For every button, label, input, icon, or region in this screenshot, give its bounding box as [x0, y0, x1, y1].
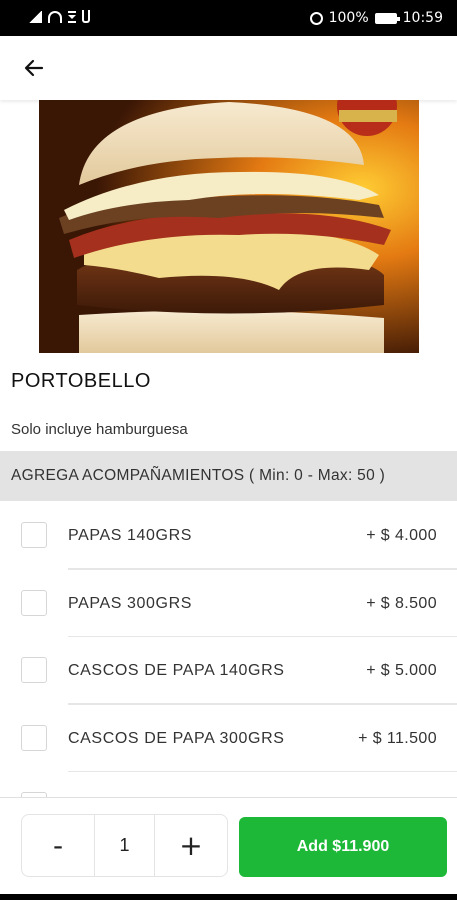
list-item[interactable]: CASCOS DE PAPA 300GRS + $ 11.500	[0, 705, 457, 772]
list-item[interactable]: PAPAS 140GRS + $ 4.000	[0, 502, 457, 570]
section-header: AGREGA ACOMPAÑAMIENTOS ( Min: 0 - Max: 5…	[0, 451, 457, 501]
bottom-bar: - 1 + Add $11.900	[0, 797, 457, 900]
alarm-icon	[309, 11, 323, 25]
status-bar: 100% 10:59	[0, 0, 457, 36]
product-image	[39, 100, 419, 353]
add-to-cart-button[interactable]: Add $11.900	[239, 817, 447, 877]
option-checkbox[interactable]	[21, 522, 47, 548]
app-bar	[0, 36, 457, 100]
option-price: + $ 5.000	[366, 662, 437, 679]
options-list: PAPAS 140GRS + $ 4.000 PAPAS 300GRS + $ …	[0, 502, 457, 840]
system-nav-bar	[0, 894, 457, 900]
list-item[interactable]: PAPAS 300GRS + $ 8.500	[0, 570, 457, 637]
option-checkbox[interactable]	[21, 657, 47, 683]
option-checkbox[interactable]	[21, 589, 47, 616]
back-button[interactable]	[18, 52, 50, 84]
option-checkbox[interactable]	[21, 724, 47, 751]
burger-photo	[39, 100, 419, 353]
wifi-icon	[48, 10, 62, 23]
signal-icon	[28, 10, 42, 23]
option-label: PAPAS 140GRS	[68, 527, 192, 544]
option-price: + $ 8.500	[366, 594, 437, 612]
option-price: + $ 11.500	[358, 729, 437, 747]
option-label: PAPAS 300GRS	[68, 594, 192, 612]
status-icons-right: 100% 10:59	[309, 10, 443, 26]
clock: 10:59	[402, 10, 443, 26]
product-title: PORTOBELLO	[11, 370, 151, 392]
option-label: CASCOS DE PAPA 140GRS	[68, 662, 285, 679]
battery-icon	[374, 12, 400, 24]
option-price: + $ 4.000	[366, 527, 437, 544]
list-item[interactable]: CASCOS DE PAPA 140GRS + $ 5.000	[0, 637, 457, 705]
quantity-value: 1	[94, 815, 155, 876]
hourglass-icon	[68, 10, 76, 23]
usb-icon	[82, 10, 90, 23]
decrement-button[interactable]: -	[22, 815, 94, 876]
battery-percent: 100%	[328, 10, 369, 26]
quantity-stepper: - 1 +	[21, 814, 228, 877]
increment-button[interactable]: +	[155, 815, 227, 876]
minus-icon: -	[52, 829, 64, 862]
product-description: Solo incluye hamburguesa	[11, 421, 188, 438]
status-icons-left	[28, 10, 90, 23]
option-label: CASCOS DE PAPA 300GRS	[68, 729, 285, 747]
arrow-left-icon	[24, 59, 44, 77]
plus-icon: +	[179, 829, 203, 862]
